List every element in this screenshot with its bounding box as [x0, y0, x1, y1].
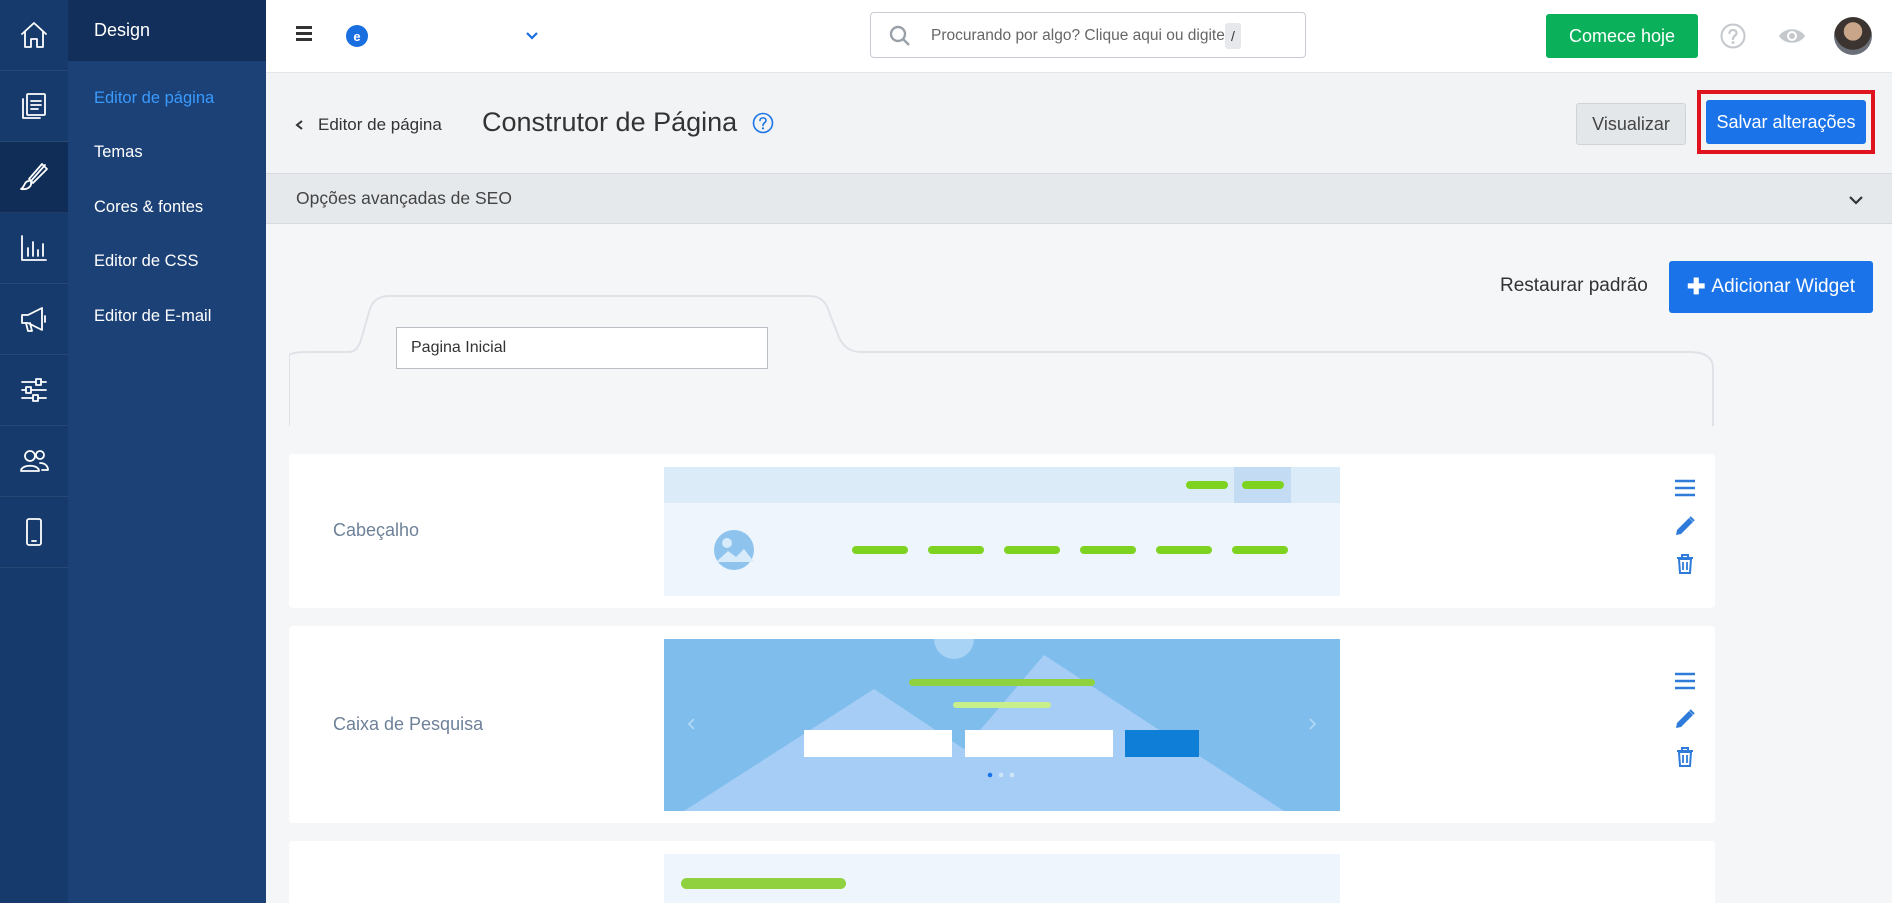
top-bar: e / Comece hoje	[266, 0, 1892, 73]
get-started-button[interactable]: Comece hoje	[1546, 14, 1698, 58]
home-icon	[21, 22, 47, 48]
back-link[interactable]: Editor de página	[294, 115, 442, 135]
search-shortcut-key: /	[1225, 23, 1241, 49]
header-widget-preview[interactable]	[664, 467, 1340, 596]
add-widget-label: Adicionar Widget	[1711, 276, 1856, 297]
search-box[interactable]: /	[870, 12, 1306, 58]
chevron-left-icon	[295, 120, 303, 130]
rail-item-mobile[interactable]	[0, 497, 68, 568]
search-input[interactable]	[929, 23, 1233, 49]
menu-icon[interactable]	[296, 26, 312, 42]
seo-options-label: Opções avançadas de SEO	[296, 188, 512, 208]
brush-icon	[20, 163, 48, 191]
rail-item-customers[interactable]	[0, 426, 68, 497]
rail-item-marketing[interactable]	[0, 284, 68, 355]
sidebar-item-themes[interactable]: Temas	[68, 126, 266, 181]
sidebar-item-css-editor[interactable]: Editor de CSS	[68, 235, 266, 290]
rail-item-pages[interactable]	[0, 71, 68, 142]
page-tab-area	[289, 292, 1715, 426]
rail-item-settings[interactable]	[0, 355, 68, 426]
design-sidebar: Design Editor de página Temas Cores & fo…	[68, 0, 266, 903]
widget-actions	[1673, 476, 1697, 576]
widget-card-partial	[289, 841, 1715, 903]
search-widget-preview[interactable]	[664, 639, 1340, 811]
users-icon	[20, 450, 49, 472]
sidebar-item-email-editor[interactable]: Editor de E-mail	[68, 289, 266, 344]
drag-handle-icon[interactable]	[1673, 476, 1697, 500]
sidebar-item-page-editor[interactable]: Editor de página	[68, 71, 266, 126]
page-title: Construtor de Página	[482, 107, 738, 137]
pages-icon	[22, 93, 46, 119]
rail-item-design[interactable]	[0, 142, 68, 213]
drag-handle-icon[interactable]	[1673, 669, 1697, 693]
widget-actions	[1673, 669, 1697, 769]
widget-preview-partial[interactable]	[664, 854, 1340, 903]
sliders-icon	[21, 378, 47, 402]
eye-icon[interactable]	[1777, 23, 1807, 49]
trash-icon[interactable]	[1673, 745, 1697, 769]
search-icon	[889, 25, 911, 47]
widget-card-header: Cabeçalho	[289, 454, 1715, 608]
chart-icon	[21, 235, 47, 261]
rail-item-home[interactable]	[0, 0, 68, 71]
help-circle-icon[interactable]	[752, 112, 774, 134]
icon-rail	[0, 0, 68, 903]
widget-label: Caixa de Pesquisa	[333, 714, 484, 734]
mobile-icon	[26, 518, 42, 546]
save-highlight-box: Salvar alterações	[1697, 90, 1875, 154]
preview-button[interactable]: Visualizar	[1576, 103, 1686, 145]
user-avatar[interactable]	[1834, 17, 1872, 55]
store-logo[interactable]: e	[346, 25, 368, 47]
save-changes-button[interactable]: Salvar alterações	[1706, 100, 1866, 144]
widget-label: Cabeçalho	[333, 520, 420, 540]
back-link-label: Editor de página	[318, 115, 442, 134]
sidebar-item-colors-fonts[interactable]: Cores & fontes	[68, 180, 266, 235]
chevron-down-icon	[1848, 192, 1864, 208]
edit-pencil-icon[interactable]	[1673, 707, 1697, 731]
help-icon[interactable]	[1720, 23, 1746, 49]
chevron-down-icon[interactable]	[524, 28, 540, 44]
megaphone-icon	[21, 307, 46, 332]
sidebar-title: Design	[68, 0, 266, 61]
page-name-input[interactable]	[396, 327, 768, 369]
trash-icon[interactable]	[1673, 552, 1697, 576]
widget-card-search-box: Caixa de Pesquisa	[289, 626, 1715, 823]
seo-options-toggle[interactable]: Opções avançadas de SEO	[266, 174, 1892, 224]
page-header: Editor de página Construtor de Página Vi…	[266, 73, 1892, 174]
edit-pencil-icon[interactable]	[1673, 514, 1697, 538]
rail-item-reports[interactable]	[0, 213, 68, 284]
